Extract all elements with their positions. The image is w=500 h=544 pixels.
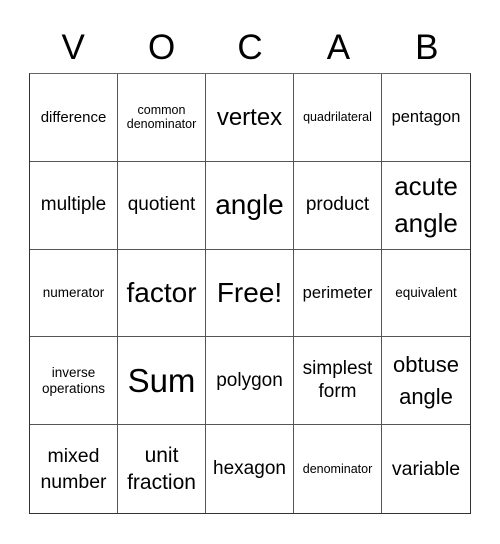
bingo-header: V O C A B	[29, 26, 471, 70]
header-letter-v: V	[61, 28, 85, 67]
header-letter-c: C	[237, 28, 263, 67]
bingo-cell[interactable]: vertex	[206, 74, 294, 162]
header-letter-o: O	[147, 28, 176, 67]
bingo-grid: difference common denominator vertex qua…	[29, 73, 471, 514]
bingo-cell[interactable]: polygon	[206, 337, 294, 426]
bingo-cell[interactable]: pentagon	[382, 74, 470, 162]
bingo-cell[interactable]: perimeter	[294, 249, 382, 338]
bingo-cell[interactable]: Sum	[118, 337, 206, 426]
free-space-cell[interactable]: Free!	[206, 249, 294, 338]
bingo-cell[interactable]: mixed number	[30, 425, 118, 513]
bingo-cell[interactable]: equivalent	[382, 250, 470, 338]
bingo-cell[interactable]: difference	[30, 74, 118, 162]
bingo-cell[interactable]: variable	[382, 425, 470, 513]
bingo-cell[interactable]: factor	[118, 249, 206, 338]
bingo-cell[interactable]: hexagon	[206, 425, 294, 513]
bingo-cell[interactable]: obtuse angle	[382, 337, 470, 426]
bingo-cell[interactable]: unit fraction	[118, 425, 206, 513]
bingo-cell[interactable]: product	[294, 161, 382, 250]
bingo-cell[interactable]: numerator	[30, 249, 118, 338]
header-letter-b: B	[415, 28, 439, 67]
header-letter-a: A	[326, 28, 351, 67]
bingo-cell[interactable]: denominator	[294, 425, 382, 513]
bingo-cell[interactable]: quadrilateral	[294, 74, 382, 162]
bingo-cell[interactable]: multiple	[30, 161, 118, 250]
bingo-cell[interactable]: common denominator	[118, 74, 206, 162]
bingo-cell[interactable]: angle	[206, 161, 294, 250]
bingo-cell[interactable]: acute angle	[382, 162, 470, 250]
bingo-cell[interactable]: quotient	[118, 161, 206, 250]
bingo-cell[interactable]: inverse operations	[30, 337, 118, 426]
bingo-cell[interactable]: simplest form	[294, 337, 382, 426]
